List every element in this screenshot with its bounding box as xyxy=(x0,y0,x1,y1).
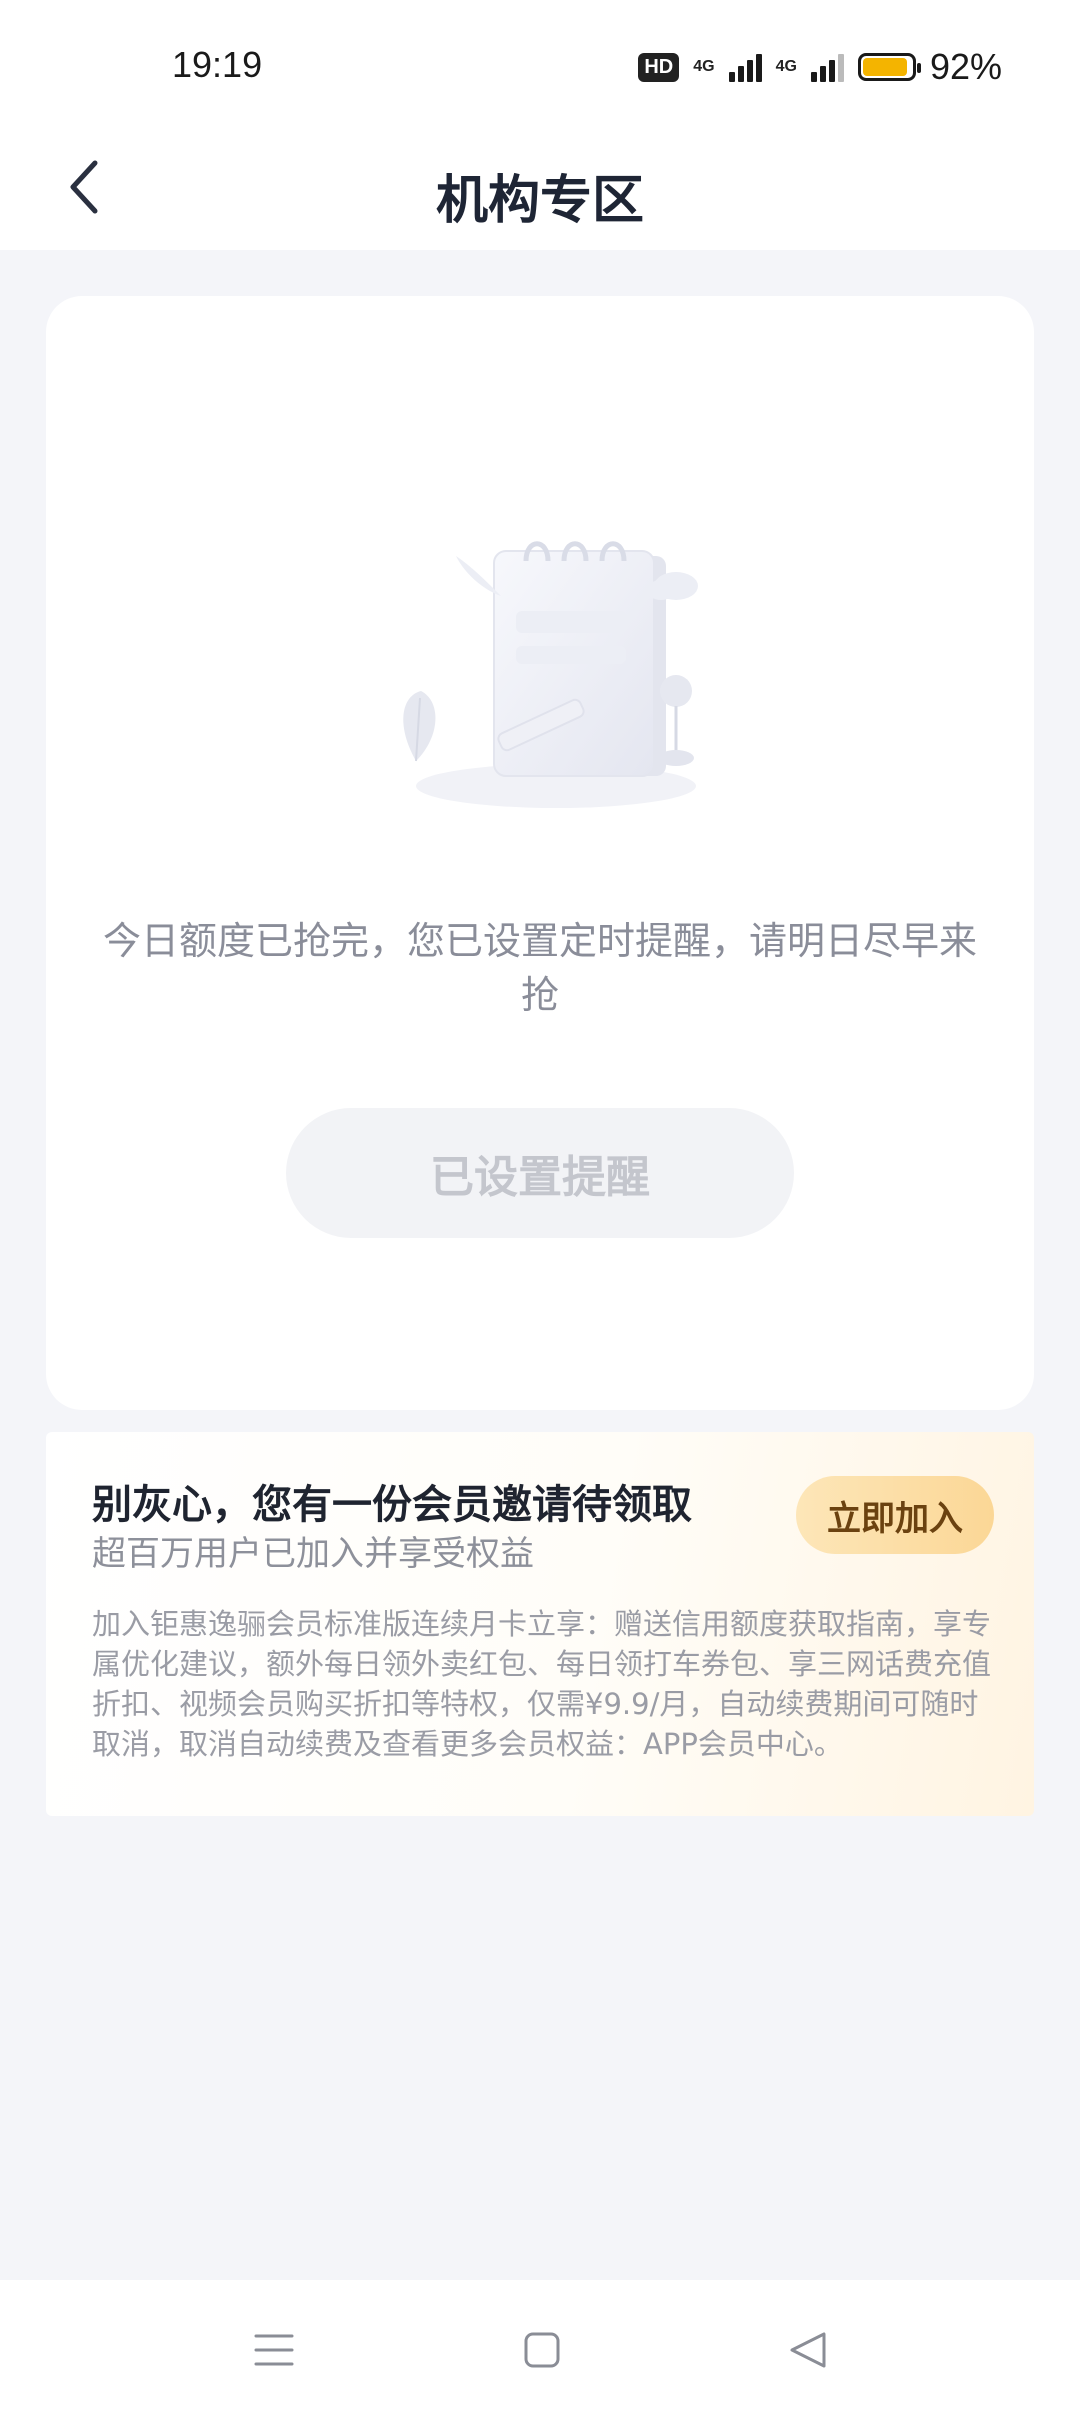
signal-icon-2 xyxy=(810,52,844,82)
battery-icon xyxy=(857,53,921,81)
status-bar: 19:19 HD 4G 4G 92% xyxy=(0,0,1080,130)
network-type-1: 4G xyxy=(693,58,715,75)
home-button[interactable] xyxy=(512,2320,572,2380)
empty-notebook-illustration xyxy=(403,541,698,808)
header-bar: 机构专区 xyxy=(0,130,1080,250)
join-now-button[interactable]: 立即加入 xyxy=(796,1476,994,1554)
quota-exhausted-notice: 今日额度已抢完，您已设置定时提醒，请明日尽早来抢 xyxy=(102,919,977,1017)
reminder-set-button[interactable]: 已设置提醒 xyxy=(286,1108,794,1238)
system-nav-bar xyxy=(0,2280,1080,2412)
menu-button[interactable] xyxy=(244,2320,304,2380)
status-time: 19:19 xyxy=(172,44,263,85)
network-type-2: 4G xyxy=(775,58,797,75)
membership-description: 加入钜惠逸骊会员标准版连续月卡立享：赠送信用额度获取指南，享专属优化建议，额外每… xyxy=(92,1607,992,1761)
quota-card: 今日额度已抢完，您已设置定时提醒，请明日尽早来抢 已设置提醒 xyxy=(46,296,1034,1410)
battery-fill xyxy=(862,58,908,76)
home-square-icon xyxy=(524,2332,560,2368)
status-icons: HD 4G 4G 92% xyxy=(638,46,1002,88)
back-triangle-icon xyxy=(790,2332,826,2368)
hd-icon: HD xyxy=(638,52,680,82)
page-title: 机构专区 xyxy=(435,171,644,231)
system-back-button[interactable] xyxy=(778,2320,838,2380)
menu-icon xyxy=(254,2334,294,2366)
membership-promo: 别灰心，您有一份会员邀请待领取 超百万用户已加入并享受权益 立即加入 加入钜惠逸… xyxy=(46,1432,1034,1816)
signal-icon xyxy=(728,52,762,82)
battery-percent: 92% xyxy=(929,46,1002,87)
membership-subtitle: 超百万用户已加入并享受权益 xyxy=(92,1534,534,1574)
membership-title: 别灰心，您有一份会员邀请待领取 xyxy=(92,1482,692,1528)
